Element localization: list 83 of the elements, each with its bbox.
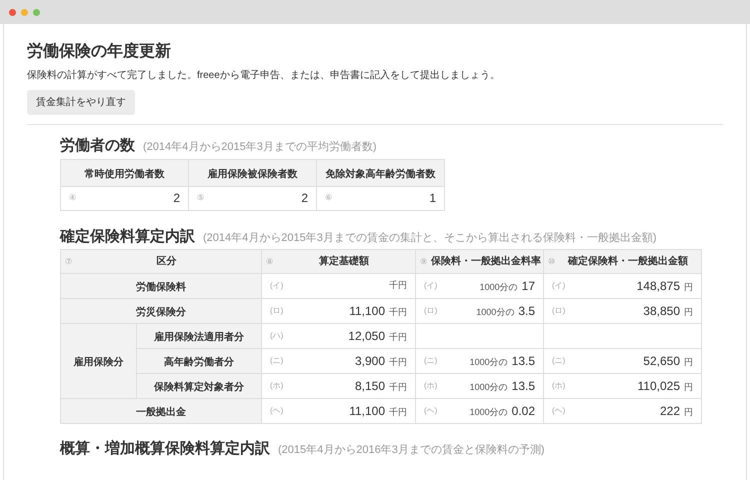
row-index: (ヘ)	[552, 405, 566, 417]
row-label: 労働保険料	[136, 282, 186, 293]
column-header: 常時使用労働者数	[84, 168, 164, 180]
unit-label: 千円	[389, 381, 407, 394]
row-index: (ロ)	[270, 305, 284, 317]
column-index: ⑩	[548, 256, 555, 268]
section-title: 概算・増加概算保険料算定内訳	[60, 440, 270, 458]
maximize-icon[interactable]	[33, 8, 40, 16]
column-index: ⑨	[420, 256, 427, 268]
column-header: 保険料・一般拠出金料率	[431, 254, 541, 269]
count-value: 1	[429, 190, 436, 207]
amount-value: 11,100	[349, 303, 385, 320]
amount-value: 12,050	[348, 328, 385, 345]
row-label: 保険料算定対象者分	[154, 382, 244, 393]
row-index: (ヘ)	[270, 405, 284, 417]
row-index: ⑥	[325, 192, 332, 204]
rate-prefix: 1000分の	[470, 406, 508, 419]
row-index: ④	[69, 192, 76, 204]
section-note: (2014年4月から2015年3月までの平均労働者数)	[143, 140, 377, 155]
amount-value: 110,025	[638, 378, 680, 395]
row-index: (ニ)	[424, 355, 438, 367]
rate-value: 13.5	[512, 378, 535, 395]
amount-value: 11,100	[349, 403, 385, 420]
amount-value: 148,875	[636, 278, 680, 295]
row-index: (ハ)	[270, 330, 284, 342]
section-title: 確定保険料算定内訳	[60, 228, 195, 246]
row-index: (ロ)	[424, 305, 438, 317]
row-index: (イ)	[552, 280, 566, 292]
section-title: 労働者の数	[60, 137, 135, 155]
section-note: (2014年4月から2015年3月までの賃金の集計と、そこから算出される保険料・一般拠出金額)	[203, 230, 657, 246]
column-header: 算定基礎額	[318, 254, 370, 269]
unit-label: 千円	[389, 279, 407, 292]
section-note: (2015年4月から2016年3月までの賃金と保険料の予測)	[278, 443, 545, 458]
column-index: ⑧	[266, 256, 273, 268]
amount-value: 8,150	[354, 378, 385, 395]
unit-label: 円	[684, 356, 693, 369]
row-index: (ロ)	[552, 305, 566, 317]
row-index: (ニ)	[552, 355, 566, 367]
rate-value: 0.02	[512, 403, 535, 420]
page-title: 労働保険の年度更新	[27, 41, 172, 62]
unit-label: 円	[684, 306, 693, 319]
rate-prefix: 1000分の	[480, 281, 518, 294]
unit-label: 千円	[389, 306, 407, 319]
column-header: 免除対象高年齢労働者数	[326, 168, 436, 180]
column-header: 区分	[156, 254, 178, 269]
row-index: (ヘ)	[424, 405, 438, 417]
rate-prefix: 1000分の	[470, 381, 508, 394]
row-label: 労災保険分	[136, 307, 186, 318]
rate-prefix: 1000分の	[476, 306, 514, 319]
column-header: 確定保険料・一般拠出金額	[566, 254, 689, 269]
row-index: (ホ)	[270, 380, 284, 392]
count-value: 2	[301, 190, 308, 207]
amount-value: 38,850	[643, 303, 680, 320]
unit-label: 円	[684, 381, 693, 394]
count-value: 2	[173, 190, 180, 207]
rate-prefix: 1000分の	[470, 356, 508, 369]
rate-value: 13.5	[512, 353, 535, 370]
row-index: (イ)	[270, 280, 284, 292]
row-label: 高年齢労働者分	[164, 357, 234, 368]
row-index: ⑤	[197, 192, 204, 204]
group-label: 雇用保険分	[74, 357, 124, 368]
rate-value: 3.5	[518, 303, 535, 320]
column-header: 雇用保険被保険者数	[208, 168, 298, 180]
column-index: ⑦	[65, 256, 72, 268]
row-index: (ホ)	[424, 380, 438, 392]
close-icon[interactable]	[9, 8, 16, 16]
amount-value: 222	[660, 403, 680, 420]
redo-button[interactable]: 賃金集計をやり直す	[27, 90, 135, 115]
amount-value: 3,900	[354, 353, 385, 370]
unit-label: 千円	[389, 356, 407, 369]
unit-label: 円	[684, 406, 693, 419]
unit-label: 千円	[389, 331, 407, 344]
unit-label: 円	[684, 281, 693, 294]
rate-value: 17	[522, 278, 535, 295]
row-index: (イ)	[424, 280, 438, 292]
row-label: 一般拠出金	[136, 407, 186, 418]
row-index: (ホ)	[552, 380, 566, 392]
row-index: (ニ)	[270, 355, 284, 367]
unit-label: 千円	[389, 406, 407, 419]
minimize-icon[interactable]	[21, 8, 28, 16]
page-description: 保険料の計算がすべて完了しました。freeeから電子申告、または、申告書に記入をして提出しましょう。	[27, 68, 501, 83]
amount-value: 52,650	[643, 353, 680, 370]
row-label: 雇用保険法適用者分	[154, 332, 244, 343]
